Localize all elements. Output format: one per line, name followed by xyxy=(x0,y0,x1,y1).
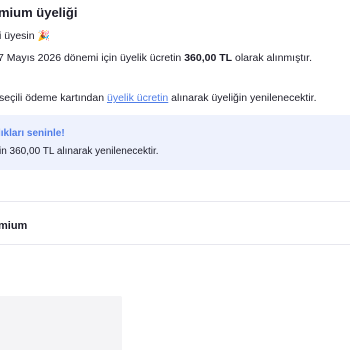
page-title: mium üyeliği xyxy=(0,5,78,20)
divider xyxy=(0,244,350,245)
divider xyxy=(0,201,350,202)
membership-status: i üyesin 🎉 xyxy=(0,30,50,42)
party-popper-icon: 🎉 xyxy=(37,31,50,42)
charge-info: 7 Mayıs 2026 dönemi için üyelik ücretin … xyxy=(0,52,312,64)
payment-card-placeholder[interactable] xyxy=(0,296,122,350)
banner-title: lıkları seninle! xyxy=(0,128,65,139)
info-banner xyxy=(0,115,350,170)
plan-label[interactable]: mium xyxy=(0,220,27,232)
renewal-suffix: alınarak üyeliğin yenilenecektir. xyxy=(168,92,317,104)
banner-text: in 360,00 TL alınarak yenilenecektir. xyxy=(0,146,159,157)
charge-suffix: olarak alınmıştır. xyxy=(232,52,313,64)
charge-amount: 360,00 TL xyxy=(184,52,233,64)
renewal-prefix: seçili ödeme kartından xyxy=(0,92,107,104)
charge-prefix: 7 Mayıs 2026 dönemi için üyelik ücretin xyxy=(0,52,185,64)
membership-status-text: i üyesin xyxy=(0,30,35,42)
membership-fee-link[interactable]: üyelik ücretin xyxy=(107,92,168,104)
renewal-info: seçili ödeme kartından üyelik ücretin al… xyxy=(0,92,317,104)
